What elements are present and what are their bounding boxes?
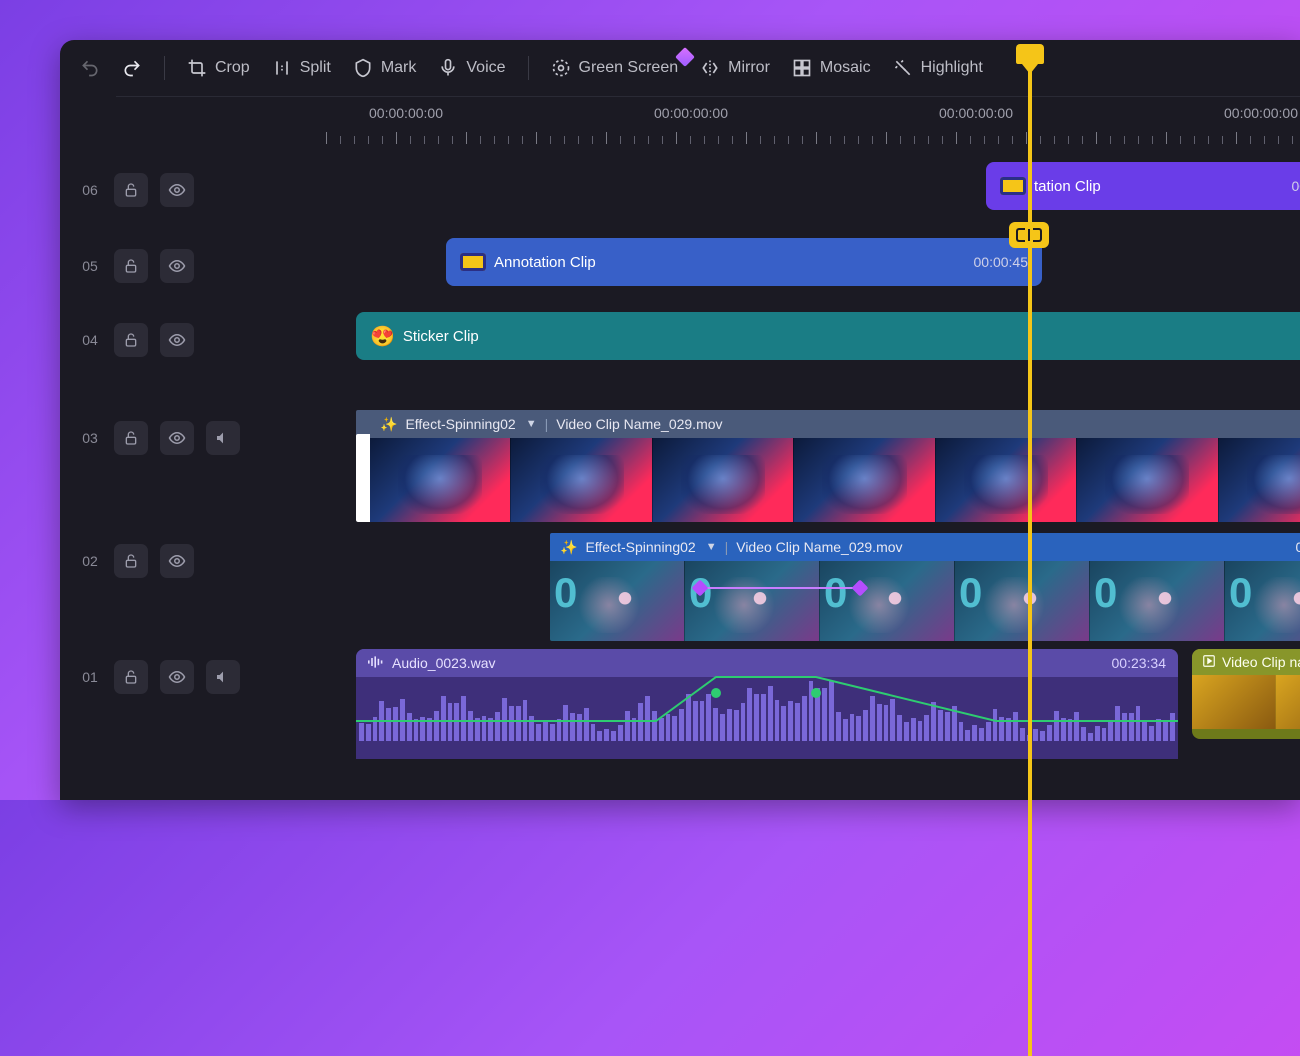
keyframe-bar[interactable] bbox=[700, 587, 860, 589]
clip-duration: 00:23:34 bbox=[1112, 655, 1167, 671]
mirror-icon bbox=[700, 58, 720, 78]
playhead[interactable] bbox=[1028, 56, 1032, 800]
mosaic-label: Mosaic bbox=[820, 59, 871, 77]
mosaic-icon bbox=[792, 58, 812, 78]
clip-name: Video Clip Name_029.mov bbox=[736, 539, 1287, 555]
ruler-mark: 00:00:00:00 bbox=[654, 105, 728, 121]
green-screen-button[interactable]: Green Screen bbox=[545, 54, 685, 82]
clip-name: Video Clip na bbox=[1222, 654, 1300, 670]
waveform bbox=[356, 677, 1178, 741]
mute-button[interactable] bbox=[206, 660, 240, 694]
divider bbox=[164, 56, 165, 80]
lock-button[interactable] bbox=[114, 544, 148, 578]
premium-badge-icon bbox=[675, 47, 695, 67]
lock-button[interactable] bbox=[114, 660, 148, 694]
ruler-mark: 00:00:00:00 bbox=[939, 105, 1013, 121]
chevron-down-icon[interactable]: ▼ bbox=[526, 418, 537, 430]
audio-name: Audio_0023.wav bbox=[392, 655, 496, 671]
effect-name: Effect-Spinning02 bbox=[585, 539, 695, 555]
mic-icon bbox=[438, 58, 458, 78]
ruler-mark: 00:00:00:00 bbox=[1224, 105, 1298, 121]
playhead-handle-icon[interactable] bbox=[1016, 44, 1044, 64]
track-number: 01 bbox=[78, 669, 102, 685]
crop-icon bbox=[187, 58, 207, 78]
mirror-label: Mirror bbox=[728, 59, 770, 77]
envelope-handle[interactable] bbox=[711, 688, 721, 698]
effect-icon: ✨ bbox=[380, 416, 397, 433]
toolbar: Crop Split Mark Voice Green Screen bbox=[60, 40, 1300, 96]
visibility-button[interactable] bbox=[160, 421, 194, 455]
lock-button[interactable] bbox=[114, 173, 148, 207]
split-handle-icon[interactable] bbox=[1009, 222, 1049, 248]
visibility-button[interactable] bbox=[160, 173, 194, 207]
effect-icon: ✨ bbox=[560, 539, 577, 556]
redo-icon bbox=[122, 58, 142, 78]
green-screen-icon bbox=[551, 58, 571, 78]
track-number: 06 bbox=[78, 182, 102, 198]
thumbnail bbox=[1192, 675, 1276, 729]
redo-button[interactable] bbox=[116, 54, 148, 82]
play-icon bbox=[1202, 654, 1216, 671]
split-button[interactable]: Split bbox=[266, 54, 337, 82]
clip-name: Video Clip Name_029.mov bbox=[556, 416, 722, 432]
crop-label: Crop bbox=[215, 59, 250, 77]
mosaic-button[interactable]: Mosaic bbox=[786, 54, 877, 82]
annotation-clip[interactable]: Annotation Clip 00:00:45 bbox=[446, 238, 1042, 286]
ruler-ticks bbox=[326, 132, 1300, 144]
crop-button[interactable]: Crop bbox=[181, 54, 256, 82]
sticker-clip[interactable]: 😍 Sticker Clip bbox=[356, 312, 1300, 360]
chevron-down-icon[interactable]: ▼ bbox=[706, 541, 717, 553]
ruler-mark: 00:00:00:00 bbox=[369, 105, 443, 121]
mute-button[interactable] bbox=[206, 421, 240, 455]
thumbnail bbox=[1276, 675, 1300, 729]
undo-icon bbox=[80, 58, 100, 78]
visibility-button[interactable] bbox=[160, 660, 194, 694]
clip-label: tation Clip bbox=[1034, 178, 1292, 195]
track-number: 05 bbox=[78, 258, 102, 274]
highlight-label: Highlight bbox=[921, 59, 983, 77]
mark-label: Mark bbox=[381, 59, 417, 77]
audio-clip[interactable]: Audio_0023.wav 00:23:34 bbox=[356, 649, 1178, 759]
track-number: 02 bbox=[78, 553, 102, 569]
time-ruler[interactable]: 00:00:00:00 00:00:00:00 00:00:00:00 00:0… bbox=[116, 96, 1300, 152]
effect-name: Effect-Spinning02 bbox=[405, 416, 515, 432]
mirror-button[interactable]: Mirror bbox=[694, 54, 776, 82]
sticker-emoji-icon: 😍 bbox=[370, 324, 395, 349]
mark-icon bbox=[353, 58, 373, 78]
highlight-icon bbox=[893, 58, 913, 78]
undo-button[interactable] bbox=[74, 54, 106, 82]
video-clip[interactable]: Video Clip na bbox=[1192, 649, 1300, 739]
clip-duration: 00:00:45 bbox=[1292, 178, 1300, 194]
visibility-button[interactable] bbox=[160, 323, 194, 357]
timeline-editor: Crop Split Mark Voice Green Screen bbox=[60, 40, 1300, 800]
waveform-icon bbox=[368, 655, 384, 672]
annotation-icon bbox=[460, 253, 486, 271]
envelope-handle[interactable] bbox=[811, 688, 821, 698]
voice-button[interactable]: Voice bbox=[432, 54, 511, 82]
lock-button[interactable] bbox=[114, 323, 148, 357]
voice-label: Voice bbox=[466, 59, 505, 77]
annotation-icon bbox=[1000, 177, 1026, 195]
visibility-button[interactable] bbox=[160, 544, 194, 578]
visibility-button[interactable] bbox=[160, 249, 194, 283]
clip-duration: 00:00:45 bbox=[974, 254, 1029, 270]
tracks-panel: 06 tation Clip 00:00:45 05 bbox=[60, 152, 1300, 800]
clip-duration: 00:23:13 bbox=[1296, 539, 1300, 555]
clip-label: Annotation Clip bbox=[494, 254, 974, 271]
highlight-button[interactable]: Highlight bbox=[887, 54, 989, 82]
lock-button[interactable] bbox=[114, 421, 148, 455]
track-number: 04 bbox=[78, 332, 102, 348]
green-screen-label: Green Screen bbox=[579, 59, 679, 77]
lock-button[interactable] bbox=[114, 249, 148, 283]
divider bbox=[528, 56, 529, 80]
track-number: 03 bbox=[78, 430, 102, 446]
annotation-clip[interactable]: tation Clip 00:00:45 bbox=[986, 162, 1300, 210]
clip-label: Sticker Clip bbox=[403, 328, 1300, 345]
split-icon bbox=[272, 58, 292, 78]
mark-button[interactable]: Mark bbox=[347, 54, 423, 82]
split-label: Split bbox=[300, 59, 331, 77]
